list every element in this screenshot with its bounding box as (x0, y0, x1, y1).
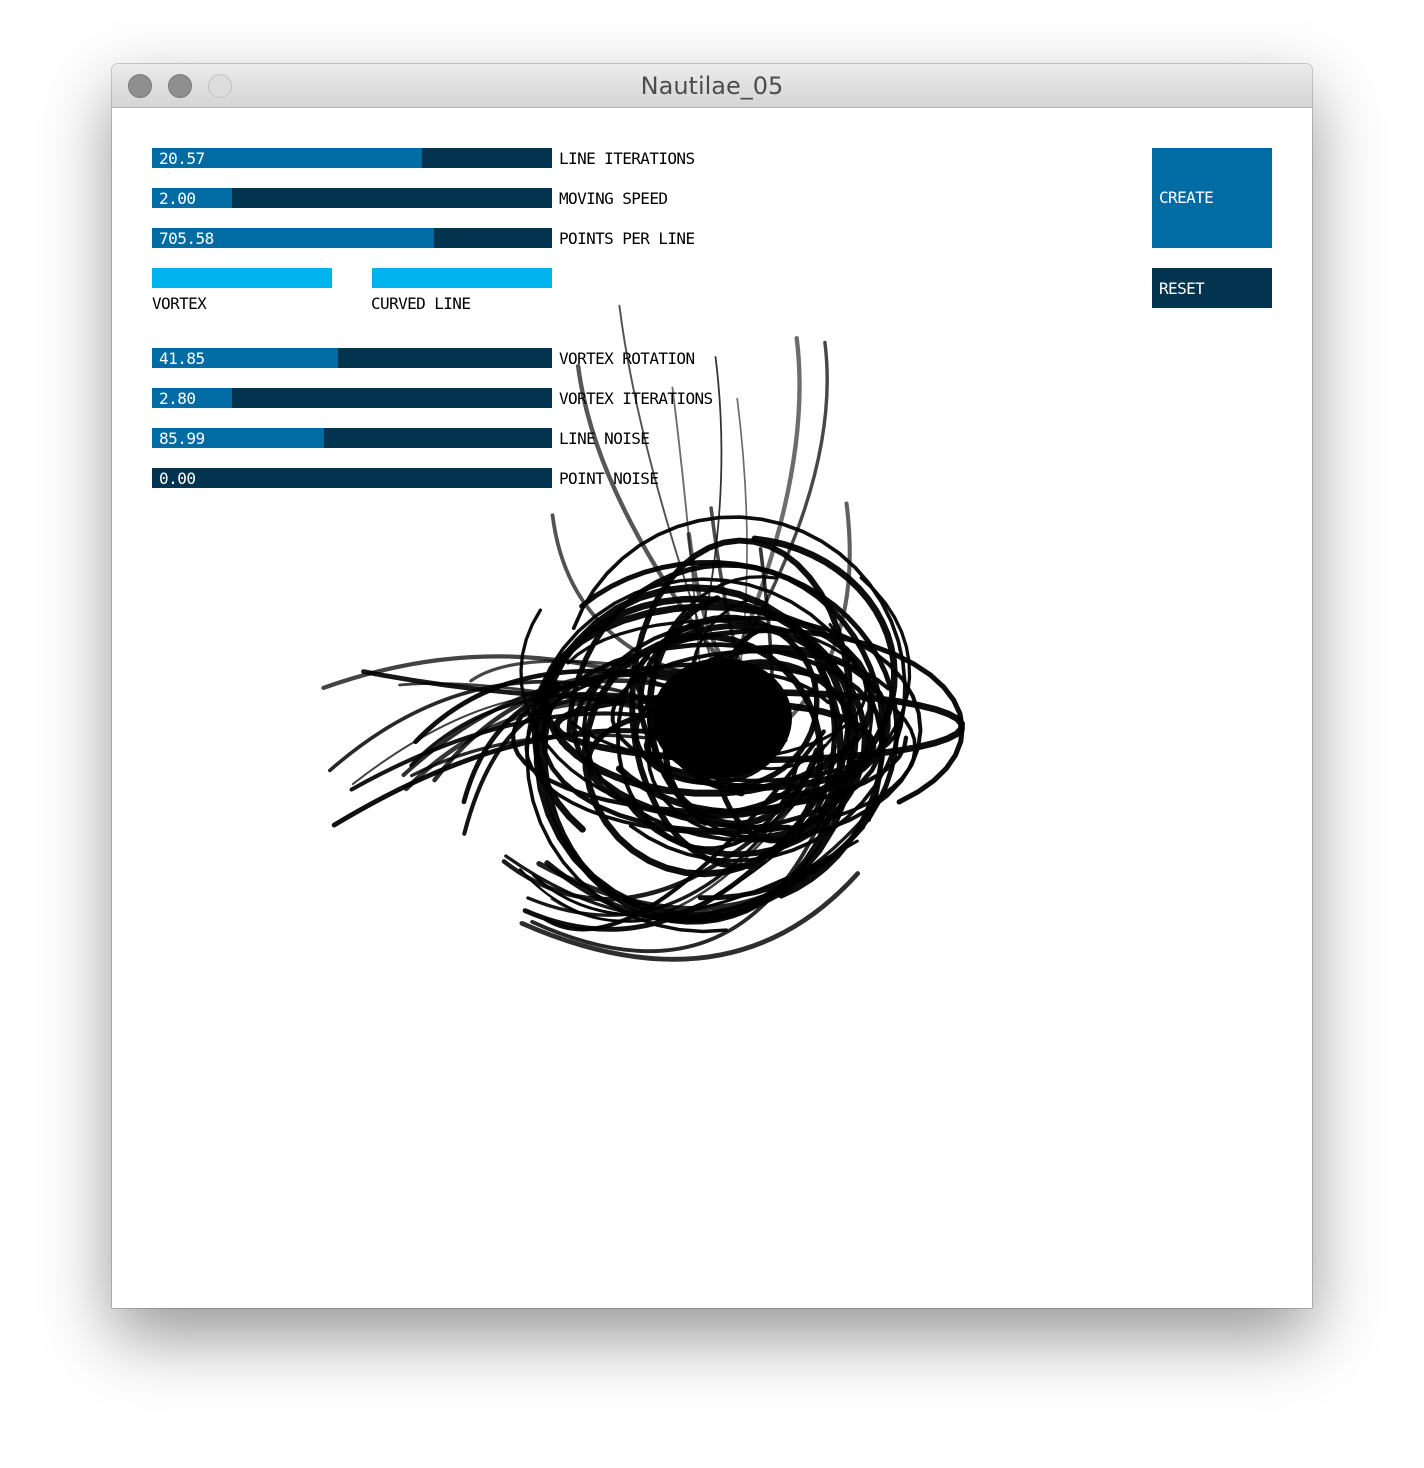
vortex-iterations-slider[interactable]: 2.80 (152, 388, 552, 408)
vortex-artwork (321, 304, 965, 962)
vortex-rotation-slider[interactable]: 41.85 (152, 348, 552, 368)
slider-label: MOVING SPEED (559, 189, 668, 208)
slider-label: POINT NOISE (559, 469, 659, 488)
title-bar[interactable]: Nautilae_05 (112, 64, 1312, 108)
app-window: Nautilae_05 20.57 LINE ITERATIONS 2.00 M… (112, 64, 1312, 1308)
slider-value: 85.99 (159, 429, 205, 448)
slider-value: 2.80 (159, 389, 196, 408)
slider-value: 705.58 (159, 229, 214, 248)
slider-value: 0.00 (159, 469, 196, 488)
curved-line-toggle[interactable] (372, 268, 552, 288)
line-noise-slider[interactable]: 85.99 (152, 428, 552, 448)
window-title: Nautilae_05 (640, 72, 784, 100)
slider-label: LINE NOISE (559, 429, 650, 448)
vortex-toggle[interactable] (152, 268, 332, 288)
slider-label: VORTEX ROTATION (559, 349, 695, 368)
reset-button[interactable]: RESET (1152, 268, 1272, 308)
create-button[interactable]: CREATE (1152, 148, 1272, 248)
slider-value: 2.00 (159, 189, 196, 208)
slider-label: POINTS PER LINE (559, 229, 695, 248)
moving-speed-slider[interactable]: 2.00 (152, 188, 552, 208)
point-noise-slider[interactable]: 0.00 (152, 468, 552, 488)
vortex-toggle-label: VORTEX (152, 294, 207, 313)
slider-value: 41.85 (159, 349, 205, 368)
points-per-line-slider[interactable]: 705.58 (152, 228, 552, 248)
curved-line-toggle-label: CURVED LINE (371, 294, 471, 313)
line-iterations-slider[interactable]: 20.57 (152, 148, 552, 168)
slider-label: VORTEX ITERATIONS (559, 389, 713, 408)
sketch-canvas[interactable]: 20.57 LINE ITERATIONS 2.00 MOVING SPEED … (112, 108, 1312, 1308)
slider-value: 20.57 (159, 149, 205, 168)
slider-label: LINE ITERATIONS (559, 149, 695, 168)
